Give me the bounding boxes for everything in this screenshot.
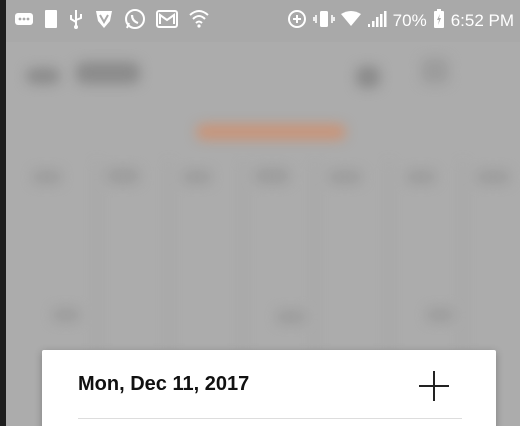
day-events-dialog: Mon, Dec 11, 2017	[42, 350, 496, 426]
signal-icon	[367, 10, 387, 32]
battery-percent: 70%	[392, 11, 427, 30]
divider	[78, 418, 462, 419]
more-icon	[14, 11, 34, 31]
sim-icon	[44, 9, 58, 33]
vibrate-icon	[312, 9, 335, 33]
battery-icon	[433, 9, 445, 33]
notification-icons	[14, 8, 210, 34]
gmail-icon	[156, 9, 178, 33]
screen: 70% 6:52 PM Mon, Dec 11, 2017	[6, 0, 520, 426]
clock: 6:52 PM	[450, 11, 514, 30]
wifi-ring-icon	[188, 9, 210, 33]
dialog-date-title: Mon, Dec 11, 2017	[78, 373, 250, 395]
system-icons: 70% 6:52 PM	[287, 9, 514, 33]
usb-icon	[68, 9, 84, 33]
add-event-button[interactable]	[416, 368, 452, 404]
shield-v-icon	[94, 9, 114, 33]
whatsapp-icon	[124, 8, 146, 34]
wifi-icon	[340, 11, 361, 31]
data-saver-icon	[287, 9, 307, 33]
status-bar: 70% 6:52 PM	[6, 0, 520, 42]
device-frame: 70% 6:52 PM Mon, Dec 11, 2017	[0, 0, 520, 426]
